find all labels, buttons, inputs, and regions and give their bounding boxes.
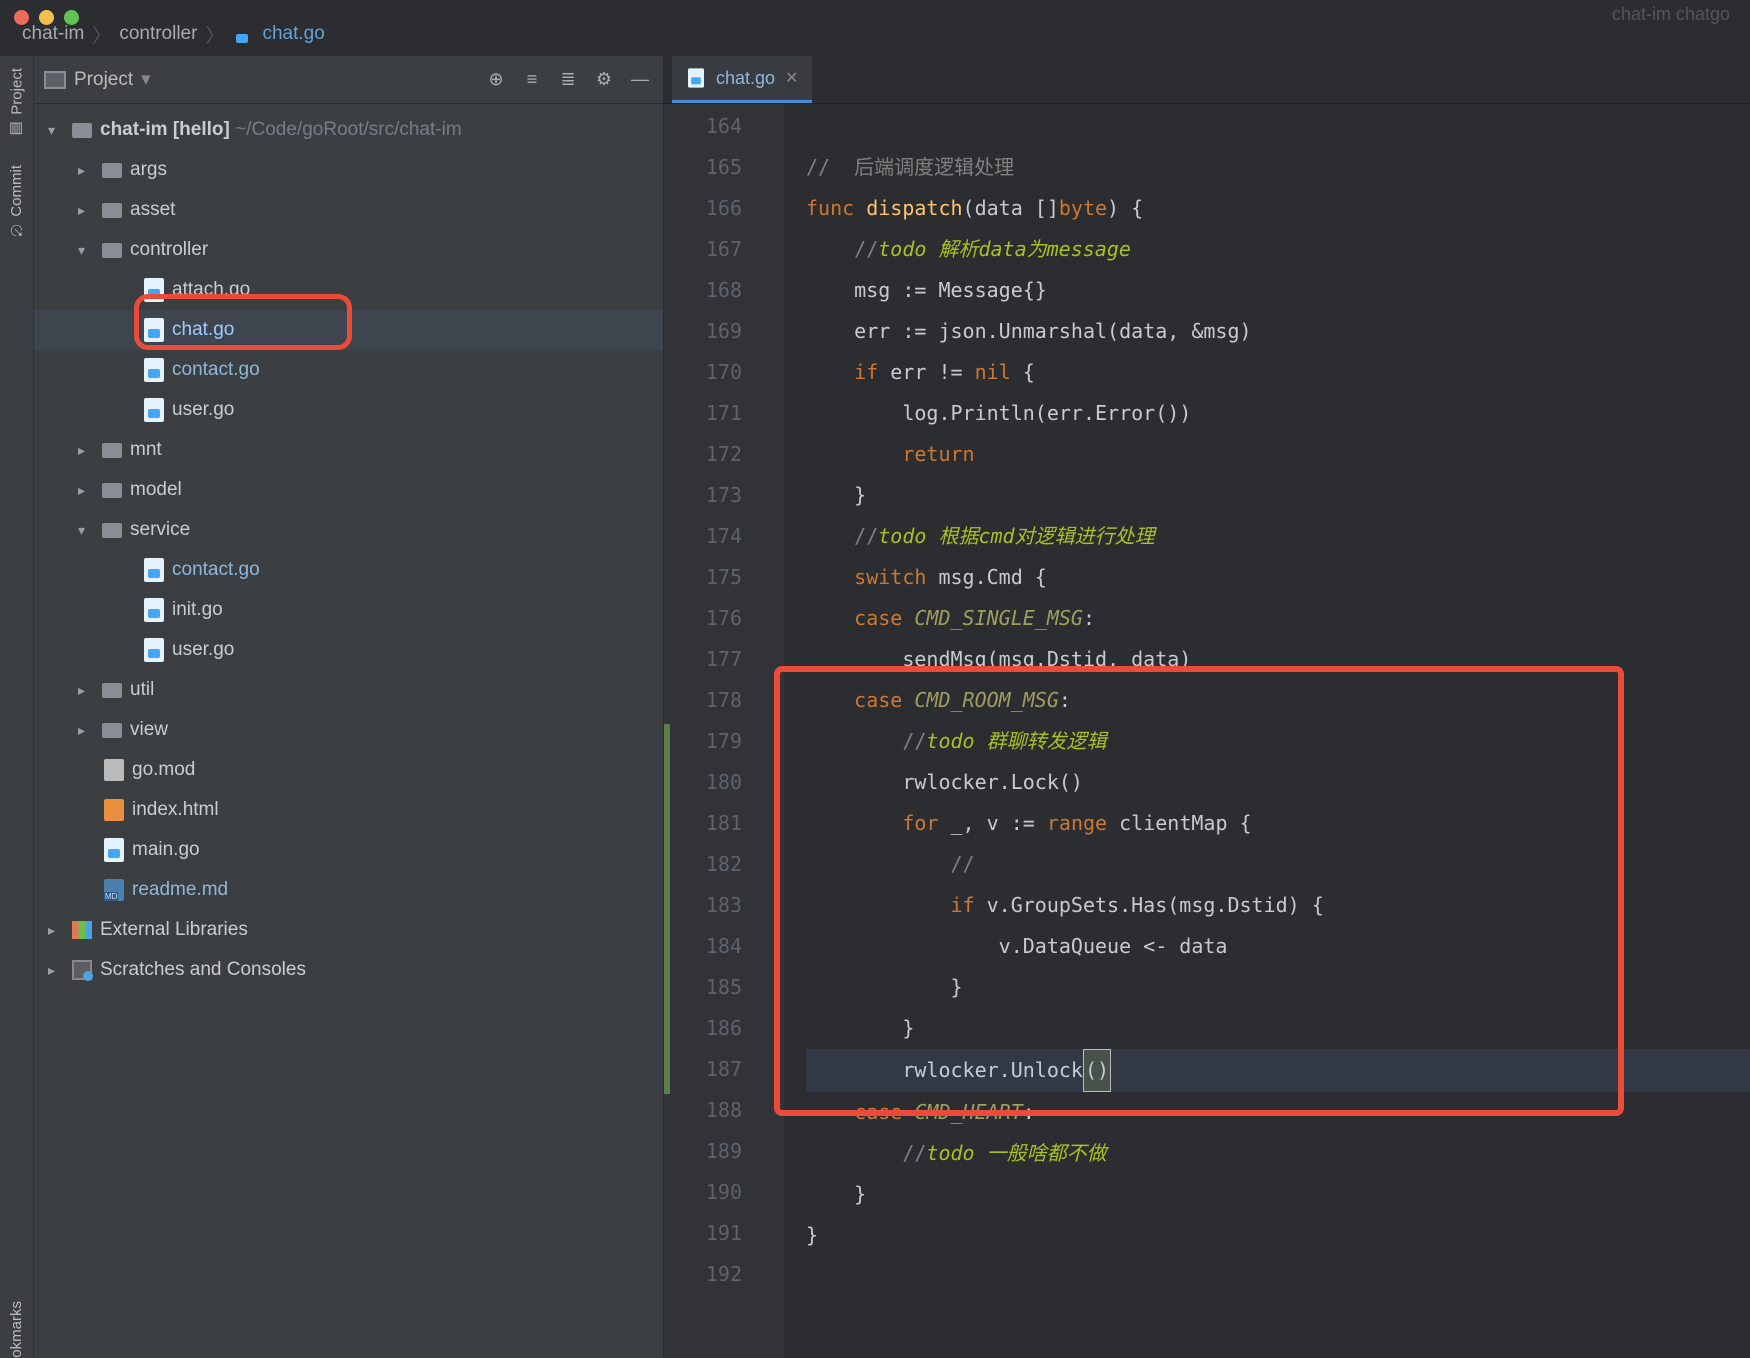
editor: chat.go ✕ 164165166167168169170171172173… xyxy=(664,56,1750,1358)
folder-icon: ▥ xyxy=(8,121,26,139)
project-icon xyxy=(44,71,66,89)
line-gutter: 1641651661671681691701711721731741751761… xyxy=(664,104,760,1358)
window-maximize-button[interactable] xyxy=(64,10,79,25)
go-file-icon xyxy=(104,838,124,862)
breadcrumb: chat-im 〉 controller 〉 chat.go xyxy=(0,0,1750,56)
go-file-icon xyxy=(144,278,164,302)
chevron-down-icon: ▾ xyxy=(78,522,94,539)
window-close-button[interactable] xyxy=(14,10,29,25)
tree-folder[interactable]: ▸view xyxy=(34,710,663,750)
go-file-icon xyxy=(144,558,164,582)
tree-folder-service[interactable]: ▾service xyxy=(34,510,663,550)
tree-file[interactable]: user.go xyxy=(34,390,663,430)
editor-tab[interactable]: chat.go ✕ xyxy=(672,56,812,103)
chevron-down-icon: ▾ xyxy=(78,242,94,259)
tree-ext-libraries[interactable]: ▸External Libraries xyxy=(34,910,663,950)
tree-file[interactable]: index.html xyxy=(34,790,663,830)
tree-file[interactable]: contact.go xyxy=(34,550,663,590)
tree-file[interactable]: contact.go xyxy=(34,350,663,390)
collapse-all-icon[interactable]: ≣ xyxy=(555,67,581,93)
tree-folder[interactable]: ▸args xyxy=(34,150,663,190)
tree-folder[interactable]: ▸mnt xyxy=(34,430,663,470)
gear-icon[interactable]: ⚙ xyxy=(591,67,617,93)
folder-icon xyxy=(102,443,122,458)
tree-folder[interactable]: ▸asset xyxy=(34,190,663,230)
tool-tab-bookmarks[interactable]: okmarks xyxy=(8,1301,25,1358)
breadcrumb-seg[interactable]: chat-im xyxy=(22,23,84,45)
editor-tabs: chat.go ✕ xyxy=(664,56,1750,104)
folder-icon xyxy=(102,483,122,498)
folder-icon xyxy=(102,523,122,538)
tree-scratches[interactable]: ▸Scratches and Consoles xyxy=(34,950,663,990)
tree-file[interactable]: readme.md xyxy=(34,870,663,910)
go-mod-icon xyxy=(104,759,124,781)
folder-icon xyxy=(102,203,122,218)
project-panel-header: Project ▾ ⊕ ≡ ≣ ⚙ — xyxy=(34,56,663,104)
tree-file[interactable]: user.go xyxy=(34,630,663,670)
chevron-right-icon: ▸ xyxy=(78,442,94,459)
go-file-icon xyxy=(232,23,254,45)
chevron-right-icon: ▸ xyxy=(48,962,64,979)
hide-panel-icon[interactable]: — xyxy=(627,67,653,93)
window-minimize-button[interactable] xyxy=(39,10,54,25)
folder-icon xyxy=(102,723,122,738)
chevron-right-icon: ▸ xyxy=(78,162,94,179)
go-file-icon xyxy=(144,318,164,342)
expand-all-icon[interactable]: ≡ xyxy=(519,67,545,93)
tree-file[interactable]: attach.go xyxy=(34,270,663,310)
tree-file[interactable]: main.go xyxy=(34,830,663,870)
tree-folder[interactable]: ▸util xyxy=(34,670,663,710)
markdown-file-icon xyxy=(104,879,124,901)
go-file-icon xyxy=(144,398,164,422)
chevron-right-icon: ▸ xyxy=(48,922,64,939)
chevron-down-icon: ▾ xyxy=(141,68,151,91)
folder-icon xyxy=(102,683,122,698)
commit-icon: ⎋ xyxy=(8,222,25,237)
left-tool-strip: ▥ Project ⎋ Commit okmarks xyxy=(0,56,34,1358)
chevron-right-icon: 〉 xyxy=(205,21,224,48)
chevron-right-icon: ▸ xyxy=(78,202,94,219)
go-file-icon xyxy=(144,358,164,382)
go-file-icon xyxy=(688,68,704,87)
highlight-ring-code xyxy=(774,666,1624,1116)
libraries-icon xyxy=(72,921,92,939)
tool-tab-commit[interactable]: ⎋ Commit xyxy=(8,165,25,238)
tree-folder[interactable]: ▸model xyxy=(34,470,663,510)
tree-folder-controller[interactable]: ▾controller xyxy=(34,230,663,270)
go-file-icon xyxy=(144,638,164,662)
tree-root[interactable]: ▾ chat-im [hello] ~/Code/goRoot/src/chat… xyxy=(34,110,663,150)
folder-icon xyxy=(70,123,94,138)
chevron-right-icon: ▸ xyxy=(78,482,94,499)
close-icon[interactable]: ✕ xyxy=(785,68,798,88)
locate-icon[interactable]: ⊕ xyxy=(483,67,509,93)
folder-icon xyxy=(102,243,122,258)
chevron-right-icon: ▸ xyxy=(78,682,94,699)
breadcrumb-seg[interactable]: controller xyxy=(119,23,197,45)
chevron-right-icon: ▸ xyxy=(78,722,94,739)
tree-file-selected[interactable]: chat.go xyxy=(34,310,663,350)
html-file-icon xyxy=(104,799,124,821)
code-area[interactable]: 1641651661671681691701711721731741751761… xyxy=(664,104,1750,1358)
chevron-right-icon: 〉 xyxy=(92,21,111,48)
go-file-icon xyxy=(144,598,164,622)
scratches-icon xyxy=(72,960,92,980)
tree-file[interactable]: go.mod xyxy=(34,750,663,790)
tree-file[interactable]: init.go xyxy=(34,590,663,630)
breadcrumb-file[interactable]: chat.go xyxy=(262,23,324,45)
project-view-selector[interactable]: Project ▾ xyxy=(44,68,151,91)
project-panel: Project ▾ ⊕ ≡ ≣ ⚙ — ▾ chat-im [hello] ~/… xyxy=(34,56,664,1358)
window-controls xyxy=(0,0,93,12)
tool-tab-project[interactable]: ▥ Project xyxy=(8,68,26,139)
project-tree[interactable]: ▾ chat-im [hello] ~/Code/goRoot/src/chat… xyxy=(34,104,663,1358)
folder-icon xyxy=(102,163,122,178)
diff-marker xyxy=(664,724,670,1094)
chevron-down-icon: ▾ xyxy=(48,122,64,139)
top-right-context: chat-im chatgo xyxy=(1612,4,1730,25)
